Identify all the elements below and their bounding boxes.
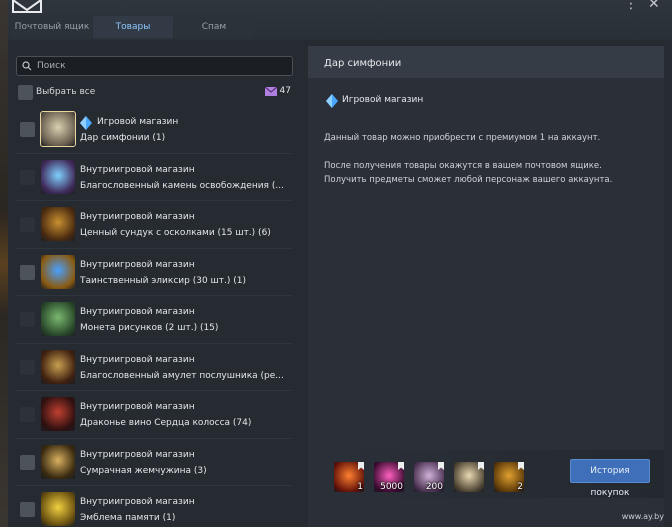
item-source: Внутриигровой магазин bbox=[80, 307, 195, 317]
detail-title: Дар симфонии bbox=[324, 58, 402, 69]
item-source: Игровой магазин bbox=[97, 117, 179, 127]
item-name: Эмблема памяти (1) bbox=[80, 513, 176, 523]
select-all-checkbox[interactable] bbox=[18, 85, 33, 100]
wine-bottle-icon bbox=[41, 397, 75, 431]
item-source: Внутриигровой магазин bbox=[80, 449, 195, 460]
gift-box-icon bbox=[40, 111, 76, 147]
menu-icon[interactable]: ⋮ bbox=[624, 0, 638, 12]
item-source: Внутриигровой магазин bbox=[80, 212, 195, 222]
crystal-icon bbox=[80, 116, 92, 130]
item-source: Внутриигровой магазин bbox=[80, 354, 195, 365]
bookmark-icon bbox=[478, 462, 484, 470]
green-book-icon bbox=[41, 302, 75, 336]
crystal-stone-icon bbox=[41, 159, 75, 194]
item-checkbox[interactable] bbox=[20, 502, 35, 517]
background-edge bbox=[0, 0, 8, 527]
item-source: Внутриигровой магазин bbox=[80, 259, 195, 270]
detail-header: Дар симфонии bbox=[308, 46, 664, 78]
item-checkbox[interactable] bbox=[20, 169, 35, 185]
envelope-icon bbox=[12, 0, 42, 13]
pink-gem-icon[interactable]: 5000 bbox=[374, 462, 404, 492]
emblem-icon bbox=[41, 492, 75, 526]
list-item[interactable]: Внутриигровой магазин Монета рисунков (2 … bbox=[16, 296, 293, 344]
item-checkbox[interactable] bbox=[20, 217, 35, 232]
item-name: Драконье вино Сердца колосса (74) bbox=[80, 418, 252, 428]
detail-description-2: После получения товары окажутся в вашем … bbox=[324, 161, 602, 171]
search-box[interactable] bbox=[16, 56, 293, 76]
list-item[interactable]: Внутриигровой магазин Сумрачная жемчужина… bbox=[16, 439, 293, 486]
item-name: Благословенный амулет послушника (ре... bbox=[80, 370, 284, 381]
elixir-icon bbox=[41, 254, 75, 289]
item-checkbox[interactable] bbox=[20, 264, 35, 280]
crystal-icon bbox=[326, 94, 338, 108]
bookmark-icon bbox=[518, 462, 524, 470]
item-source: Внутриигровой магазин bbox=[80, 497, 195, 507]
bookmark-icon bbox=[398, 462, 404, 470]
goods-list-pane: Выбрать все 47 Игровой магазин Дар симфон… bbox=[16, 46, 301, 527]
detail-description-1: Данный товар можно приобрести с премиумо… bbox=[324, 133, 601, 143]
titlebar: Почтовый ящик Товары Спам ⋮ ✕ bbox=[8, 0, 672, 40]
search-icon bbox=[22, 61, 32, 71]
tab-goods[interactable]: Товары bbox=[93, 16, 173, 38]
close-icon[interactable]: ✕ bbox=[648, 0, 660, 12]
detail-shop-label: Игровой магазин bbox=[342, 95, 424, 105]
item-name: Монета рисунков (2 шт.) (15) bbox=[80, 323, 219, 333]
mail-window: Почтовый ящик Товары Спам ⋮ ✕ Выбрать вс… bbox=[8, 0, 672, 527]
list-item[interactable]: Внутриигровой магазин Благословенный каме… bbox=[16, 154, 293, 201]
select-all-label: Выбрать все bbox=[36, 87, 96, 97]
list-item[interactable]: Внутриигровой магазин Эмблема памяти (1) bbox=[16, 486, 293, 527]
list-item[interactable]: Игровой магазин Дар симфонии (1) bbox=[16, 106, 293, 154]
detail-pane: Дар симфонии Игровой магазин Данный това… bbox=[308, 46, 664, 527]
item-name: Ценный сундук с осколками (15 шт.) (6) bbox=[80, 228, 271, 238]
mail-count: 47 bbox=[279, 86, 291, 96]
feather-scroll-icon[interactable]: 200 bbox=[414, 462, 444, 492]
reward-quantity: 200 bbox=[425, 482, 443, 492]
reward-quantity: 5000 bbox=[380, 482, 403, 492]
detail-shop-line: Игровой магазин bbox=[326, 94, 423, 111]
item-source: Внутриигровой магазин bbox=[80, 402, 195, 412]
list-item[interactable]: Внутриигровой магазин Драконье вино Сердц… bbox=[16, 391, 293, 439]
reward-quantity: 1 bbox=[357, 482, 363, 492]
gold-pile-icon[interactable]: 2 bbox=[494, 462, 524, 492]
list-item[interactable]: Внутриигровой магазин Ценный сундук с оск… bbox=[16, 201, 293, 249]
item-checkbox[interactable] bbox=[20, 122, 35, 137]
item-checkbox[interactable] bbox=[20, 454, 35, 470]
pearl-icon bbox=[41, 444, 75, 479]
item-checkbox[interactable] bbox=[20, 312, 35, 327]
search-input[interactable] bbox=[37, 59, 287, 73]
item-name: Таинственный эликсир (30 шт.) (1) bbox=[80, 275, 246, 286]
item-checkbox[interactable] bbox=[20, 359, 35, 375]
tab-mailbox[interactable]: Почтовый ящик bbox=[12, 16, 92, 38]
fire-orb-icon[interactable]: 1 bbox=[334, 462, 364, 492]
bookmark-icon bbox=[438, 462, 444, 470]
item-source: Внутриигровой магазин bbox=[80, 164, 195, 175]
tab-spam[interactable]: Спам bbox=[174, 16, 254, 38]
treasure-chest-icon bbox=[41, 207, 75, 241]
mail-count-icon bbox=[265, 87, 277, 96]
item-name: Дар симфонии (1) bbox=[80, 133, 166, 143]
bookmark-icon bbox=[358, 462, 364, 470]
purchase-history-button[interactable]: История покупок bbox=[570, 459, 650, 498]
amulet-icon bbox=[41, 349, 75, 384]
reward-quantity: 2 bbox=[517, 482, 523, 492]
goods-list: Игровой магазин Дар симфонии (1) Внутриигр… bbox=[16, 106, 293, 527]
list-item[interactable]: Внутриигровой магазин Таинственный эликси… bbox=[16, 249, 293, 296]
watermark: www.ay.by bbox=[621, 512, 664, 521]
angel-figure-icon[interactable] bbox=[454, 462, 484, 492]
select-all-row[interactable]: Выбрать все 47 bbox=[16, 84, 293, 102]
detail-description-3: Получить предметы сможет любой персонаж … bbox=[324, 175, 613, 185]
item-name: Благословенный камень освобождения (... bbox=[80, 180, 284, 191]
item-checkbox[interactable] bbox=[20, 407, 35, 422]
item-name: Сумрачная жемчужина (3) bbox=[80, 465, 207, 476]
list-item[interactable]: Внутриигровой магазин Благословенный амул… bbox=[16, 344, 293, 391]
